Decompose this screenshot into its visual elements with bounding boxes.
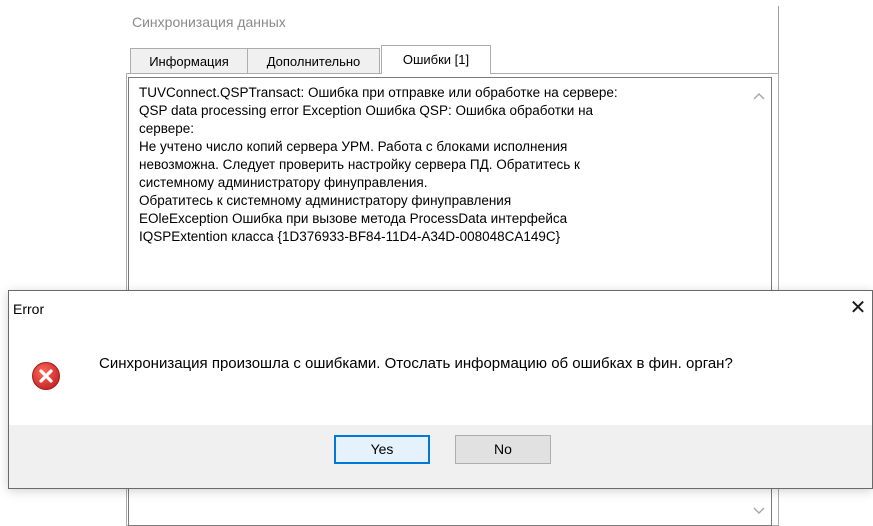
tab-information[interactable]: Информация [130,48,248,73]
screen: Синхронизация данных Информация Дополнит… [0,0,873,526]
sync-window-title: Синхронизация данных [132,14,286,30]
yes-button[interactable]: Yes [334,435,430,464]
error-icon [31,361,61,391]
dialog-footer: Yes No [9,425,872,488]
error-log-line: QSP data processing error Exception Ошиб… [139,103,594,118]
dialog-body: Синхронизация произошла с ошибками. Отос… [9,327,872,423]
error-log-line: невозможна. Следует проверить настройку … [139,157,580,172]
dialog-title: Error [13,301,45,317]
error-log-line: IQSPExtention класса {1D376933-BF84-11D4… [139,229,561,244]
tab-additional[interactable]: Дополнительно [247,48,380,73]
chevron-down-icon[interactable] [751,503,767,519]
error-log-line: Обратитесь к системному администратору ф… [139,193,512,208]
error-dialog: Error ✕ Синхронизация произошла с ошибка… [8,290,873,489]
error-log-text: TUVConnect.QSPTransact: Ошибка при отпра… [139,84,739,246]
error-log-line: сервере: [139,121,195,136]
error-log-line: EOleException Ошибка при вызове метода P… [139,211,568,226]
chevron-up-icon[interactable] [751,88,767,104]
error-log-line: TUVConnect.QSPTransact: Ошибка при отпра… [139,85,618,100]
error-log-line: Не учтено число копий сервера УРМ. Работ… [139,139,568,154]
error-log-line: системному администратору финуправления. [139,175,428,190]
no-button[interactable]: No [455,435,551,464]
close-icon[interactable]: ✕ [848,297,868,319]
tab-errors[interactable]: Ошибки [1] [381,45,491,74]
dialog-message: Синхронизация произошла с ошибками. Отос… [99,355,733,372]
